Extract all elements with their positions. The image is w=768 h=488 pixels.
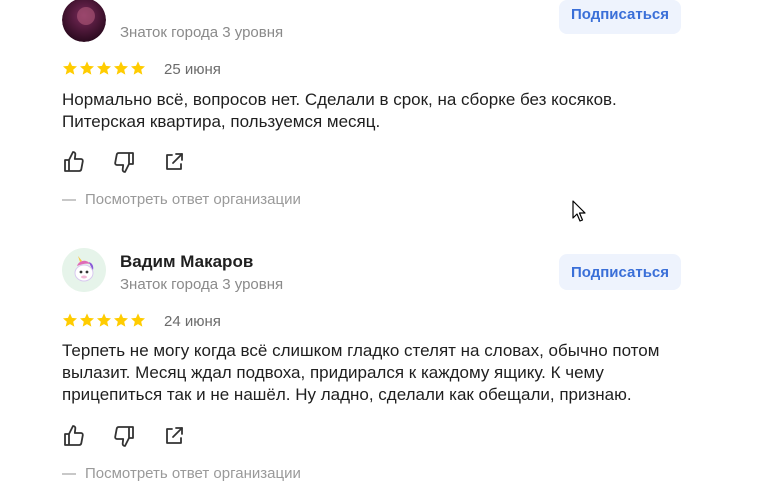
like-icon[interactable] [62,424,86,448]
rating-stars [62,312,146,328]
star-icon [114,61,128,75]
review-actions [62,424,212,448]
star-icon [97,313,111,327]
author-name[interactable]: Вадим Макаров [120,252,253,272]
star-icon [97,61,111,75]
review-date: 24 июня [164,313,221,330]
dash-divider [62,198,76,201]
share-icon[interactable] [162,150,186,174]
view-organization-answer-link[interactable]: Посмотреть ответ организации [62,191,301,208]
answer-link-label: Посмотреть ответ организации [85,191,301,208]
star-icon [80,313,94,327]
share-icon[interactable] [162,424,186,448]
view-organization-answer-link[interactable]: Посмотреть ответ организации [62,465,301,482]
author-level: Знаток города 3 уровня [120,24,284,41]
star-icon [131,61,145,75]
star-icon [63,61,77,75]
review-actions [62,150,212,174]
rating-stars [62,60,146,76]
subscribe-button[interactable]: Подписаться [559,0,681,34]
avatar[interactable] [62,248,106,292]
subscribe-button[interactable]: Подписаться [559,254,681,290]
dislike-icon[interactable] [112,424,136,448]
star-icon [63,313,77,327]
review-date: 25 июня [164,61,221,78]
dislike-icon[interactable] [112,150,136,174]
review-text: Терпеть не могу когда всё слишком гладко… [62,341,660,404]
star-icon [80,61,94,75]
review-text: Нормально всё, вопросов нет. Сделали в с… [62,90,617,131]
like-icon[interactable] [62,150,86,174]
mouse-cursor-icon [572,200,586,222]
answer-link-label: Посмотреть ответ организации [85,465,301,482]
star-icon [114,313,128,327]
author-level: Знаток города 3 уровня [120,276,284,293]
star-icon [131,313,145,327]
dash-divider [62,472,76,475]
avatar[interactable] [62,0,106,42]
